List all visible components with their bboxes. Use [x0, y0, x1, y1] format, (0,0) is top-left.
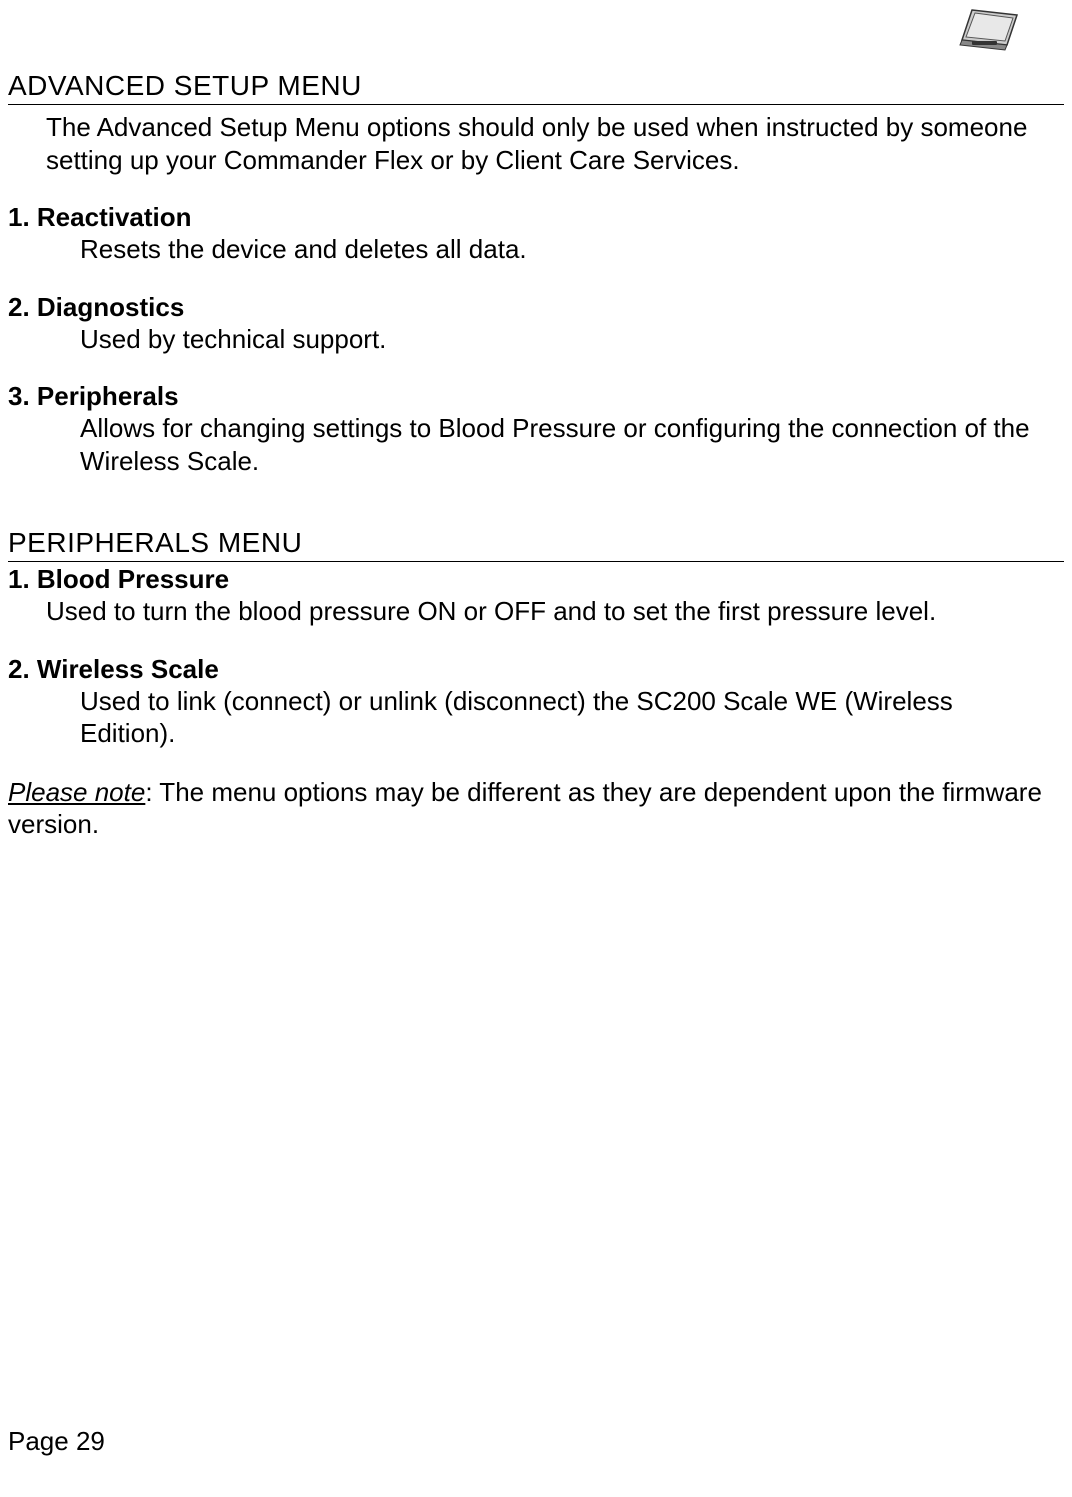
item-peripherals: 3. Peripherals Allows for changing setti… [8, 381, 1064, 477]
advanced-setup-intro: The Advanced Setup Menu options should o… [46, 111, 1044, 176]
item-desc: Used to link (connect) or unlink (discon… [80, 685, 1044, 750]
item-title: 1. Reactivation [8, 202, 1064, 233]
item-desc: Used to turn the blood pressure ON or OF… [46, 595, 1044, 628]
note-label: Please note [8, 777, 145, 807]
item-desc: Used by technical support. [80, 323, 1044, 356]
item-wireless-scale: 2. Wireless Scale Used to link (connect)… [8, 654, 1064, 750]
item-title: 1. Blood Pressure [8, 564, 1064, 595]
device-icon [952, 5, 1022, 55]
page-number: Page 29 [8, 1426, 105, 1457]
item-title: 2. Wireless Scale [8, 654, 1064, 685]
item-reactivation: 1. Reactivation Resets the device and de… [8, 202, 1064, 266]
item-title: 2. Diagnostics [8, 292, 1064, 323]
item-title: 3. Peripherals [8, 381, 1064, 412]
peripherals-menu-heading: PERIPHERALS MENU [8, 527, 1064, 562]
item-blood-pressure: 1. Blood Pressure Used to turn the blood… [8, 564, 1064, 628]
item-desc: Allows for changing settings to Blood Pr… [80, 412, 1044, 477]
item-diagnostics: 2. Diagnostics Used by technical support… [8, 292, 1064, 356]
please-note: Please note: The menu options may be dif… [8, 776, 1064, 841]
advanced-setup-heading: ADVANCED SETUP MENU [8, 70, 1064, 105]
item-desc: Resets the device and deletes all data. [80, 233, 1044, 266]
note-text: : The menu options may be different as t… [8, 777, 1042, 840]
